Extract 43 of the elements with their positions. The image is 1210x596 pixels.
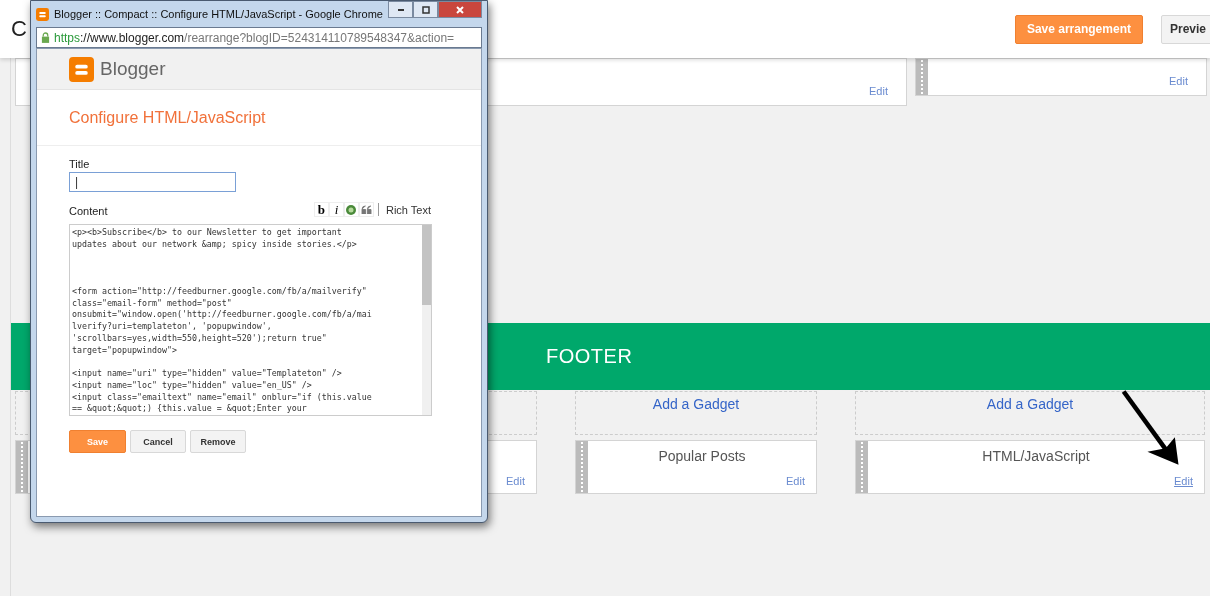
page-title: C [11, 16, 27, 42]
blogger-logo-icon [36, 7, 49, 21]
maximize-icon [420, 4, 431, 15]
address-bar[interactable]: https://www.blogger.com/rearrange?blogID=524314110789548347&action= [36, 27, 482, 48]
code-lines: <form action="http://feedburner.google.com/fb/a/mailverify" class="email-form" method="post" onsubmit="window.open('http://feedburner.google.com/fb/a/mai lverify?uri=templateton', 'popupwindow', 'scrollbars=yes,width=550,height=520');return true" target="popupwindow"> [72, 285, 373, 357]
drag-handle[interactable] [576, 441, 588, 493]
add-gadget-link[interactable]: Add a Gadget [986, 396, 1074, 412]
dialog-button[interactable]: Cancel [130, 430, 186, 453]
edit-link[interactable]: Edit [869, 85, 888, 97]
header-button[interactable]: Previe [1160, 14, 1210, 44]
code-lines: <input name="uri" type="hidden" value="Templateton" /> <input name="loc" type="hidden" value="en_US" /> <input class="emailtext" name="email" onblur="if (this.value == &quot;&quot;) {this.value = &quot;Enter your [72, 368, 373, 415]
drag-handle[interactable] [16, 441, 28, 493]
drag-handle[interactable] [856, 441, 868, 493]
edit-link[interactable]: Edit [1169, 75, 1188, 87]
edit-link[interactable]: Edit [786, 475, 805, 487]
bold-button[interactable]: b [313, 202, 329, 217]
window-title: Blogger :: Compact :: Configure HTML/JavaScript - Google Chrome [54, 8, 383, 20]
minimize-icon [397, 8, 404, 11]
add-gadget-link[interactable]: Add a Gadget [652, 396, 740, 412]
edit-link[interactable]: Edit [506, 475, 525, 487]
brand-name: Blogger [100, 58, 166, 80]
gadget-title: Popular Posts [658, 448, 746, 464]
close-icon [455, 4, 465, 15]
scrollbar-track[interactable] [422, 225, 431, 415]
dialog-button[interactable]: Remove [190, 430, 246, 453]
blogger-logo-icon [69, 56, 94, 82]
drag-handle[interactable] [916, 59, 928, 95]
footer-heading: FOOTER [546, 345, 633, 368]
url-text: https://www.blogger.com/rearrange?blogID=524314110789548347&action= [54, 30, 455, 45]
edit-link[interactable]: Edit [1174, 475, 1193, 487]
dialog-heading: Configure HTML/JavaScript [69, 108, 266, 127]
title-field[interactable]: | [69, 172, 236, 192]
field-label: Content [69, 205, 108, 217]
minimize-button[interactable] [388, 1, 413, 18]
close-button[interactable] [438, 1, 482, 18]
maximize-button[interactable] [413, 1, 438, 18]
lock-icon [41, 32, 50, 43]
scrollbar-thumb[interactable] [422, 225, 431, 305]
content-field[interactable] [69, 224, 432, 416]
gadget-title: HTML/JavaScript [982, 448, 1090, 464]
field-label: Title [69, 158, 91, 170]
rich-text-link[interactable]: Rich Text [385, 203, 431, 216]
code-lines: <p><b>Subscribe</b> to our Newsletter to get important updates about our network &amp; spicy inside stories.</p> [72, 227, 358, 251]
